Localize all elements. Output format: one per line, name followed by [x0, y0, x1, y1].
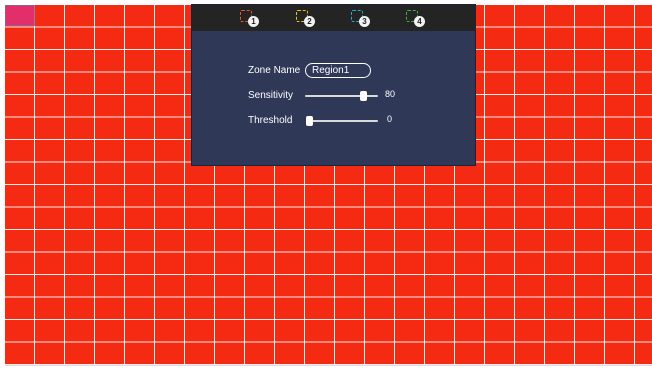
threshold-value: 0 [387, 114, 393, 124]
region-3-tab[interactable]: 3 [349, 8, 373, 28]
region-1-tab[interactable]: 1 [238, 8, 262, 28]
threshold-thumb[interactable] [306, 116, 313, 126]
region-2-tab[interactable]: 2 [294, 8, 318, 28]
sensitivity-slider[interactable] [305, 91, 378, 101]
sensitivity-track [305, 95, 378, 97]
threshold-track [309, 120, 378, 122]
sensitivity-value: 80 [385, 89, 396, 99]
sensitivity-label: Sensitivity [248, 90, 294, 101]
selected-grid-cell[interactable] [5, 5, 35, 26]
region-3-number: 3 [359, 16, 370, 27]
region-4-number: 4 [414, 16, 425, 27]
sensitivity-thumb[interactable] [360, 91, 368, 101]
zone-name-input[interactable] [305, 63, 371, 78]
zone-name-label: Zone Name [248, 65, 301, 76]
threshold-slider[interactable] [306, 116, 378, 126]
region-tab-bar: 1 2 3 4 [192, 5, 475, 31]
region-4-tab[interactable]: 4 [404, 8, 428, 28]
region-2-number: 2 [304, 16, 315, 27]
threshold-label: Threshold [248, 115, 293, 126]
region-1-number: 1 [248, 16, 259, 27]
region-settings-panel: 1 2 3 4 Zone Name Sensitivity 80 Thresho… [192, 5, 475, 165]
